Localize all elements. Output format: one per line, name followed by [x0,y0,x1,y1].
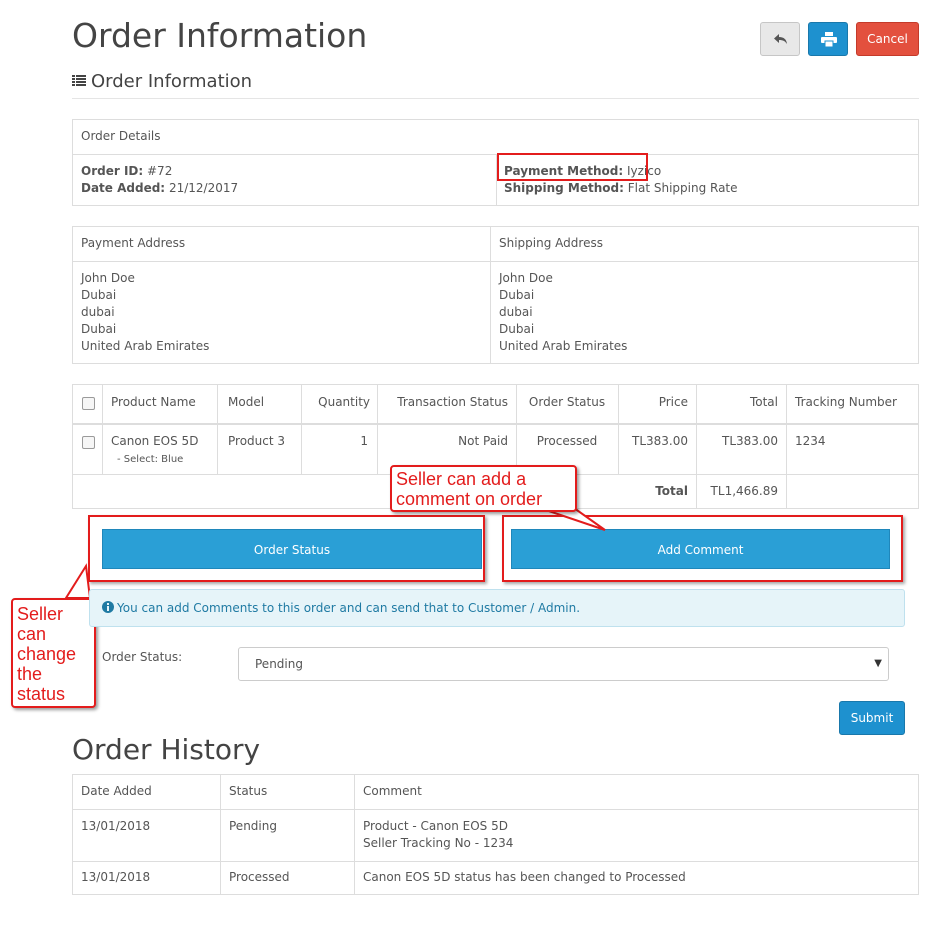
column-header-status: Status [229,784,268,798]
info-alert: You can add Comments to this order and c… [89,589,905,627]
history-comment: Canon EOS 5D status has been changed to … [363,870,686,884]
column-header-comment: Comment [363,784,422,798]
info-icon [102,601,114,613]
order-status-selected: Pending [255,657,303,671]
order-status-select[interactable]: Pending ▼ [238,647,889,681]
chevron-down-icon: ▼ [874,658,882,669]
status-callout: Seller can change the status [11,598,96,708]
info-alert-text: You can add Comments to this order and c… [117,601,581,615]
history-table: Date Added Status Comment 13/01/2018 Pen… [72,774,919,895]
column-header-date: Date Added [81,784,152,798]
history-status: Pending [229,819,277,833]
history-title: Order History [72,733,261,766]
order-status-label: Order Status: [102,650,183,664]
history-date: 13/01/2018 [81,819,151,833]
history-date: 13/01/2018 [81,870,151,884]
history-comment: Product - Canon EOS 5D Seller Tracking N… [363,819,514,850]
comment-callout: Seller can add a comment on order [390,465,577,512]
submit-button[interactable]: Submit [839,701,905,735]
history-status: Processed [229,870,290,884]
